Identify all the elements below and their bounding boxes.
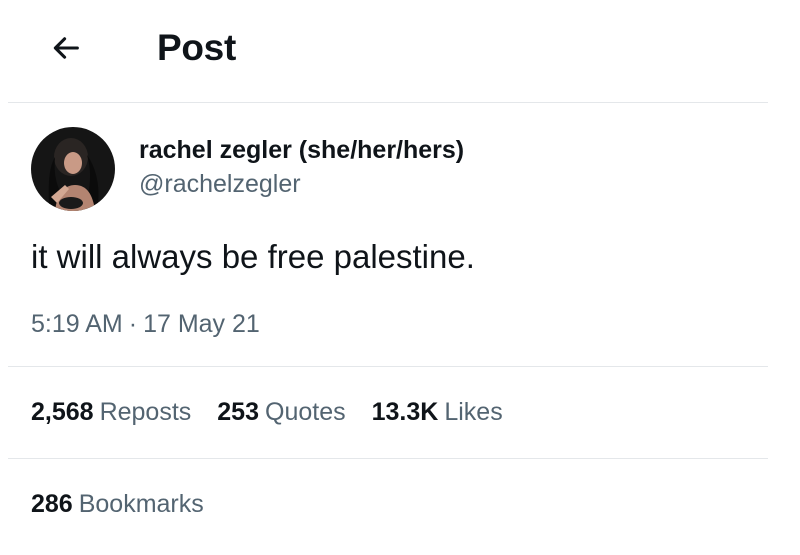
meta-separator: · (128, 310, 138, 338)
divider (8, 458, 768, 459)
engagement-stats: 2,568 Reposts 253 Quotes 13.3K Likes (31, 394, 503, 430)
quotes-stat[interactable]: 253 Quotes (217, 394, 345, 430)
bookmarks-count: 286 (31, 490, 73, 518)
post-header: Post (0, 0, 800, 100)
divider (8, 102, 768, 103)
avatar[interactable] (31, 127, 115, 211)
likes-label: Likes (444, 398, 503, 426)
post-timestamp[interactable]: 5:19 AM · 17 May 21 (31, 307, 260, 341)
reposts-stat[interactable]: 2,568 Reposts (31, 394, 191, 430)
bookmarks-stat[interactable]: 286 Bookmarks (31, 486, 204, 522)
reposts-count: 2,568 (31, 398, 94, 426)
quotes-count: 253 (217, 398, 259, 426)
avatar-photo-icon (31, 127, 115, 211)
quotes-label: Quotes (265, 398, 346, 426)
post-text: it will always be free palestine. (31, 238, 475, 275)
post-time: 5:19 AM (31, 310, 123, 338)
likes-stat[interactable]: 13.3K Likes (372, 394, 503, 430)
page-title: Post (157, 27, 236, 68)
author-handle[interactable]: @rachelzegler (139, 168, 301, 200)
author-display-name[interactable]: rachel zegler (she/her/hers) (139, 134, 464, 166)
likes-count: 13.3K (371, 398, 439, 426)
reposts-label: Reposts (99, 398, 192, 426)
back-button[interactable] (44, 26, 88, 70)
arrow-left-icon (53, 37, 79, 59)
bookmarks-label: Bookmarks (78, 490, 204, 518)
post-date: 17 May 21 (143, 310, 260, 338)
divider (8, 366, 768, 367)
